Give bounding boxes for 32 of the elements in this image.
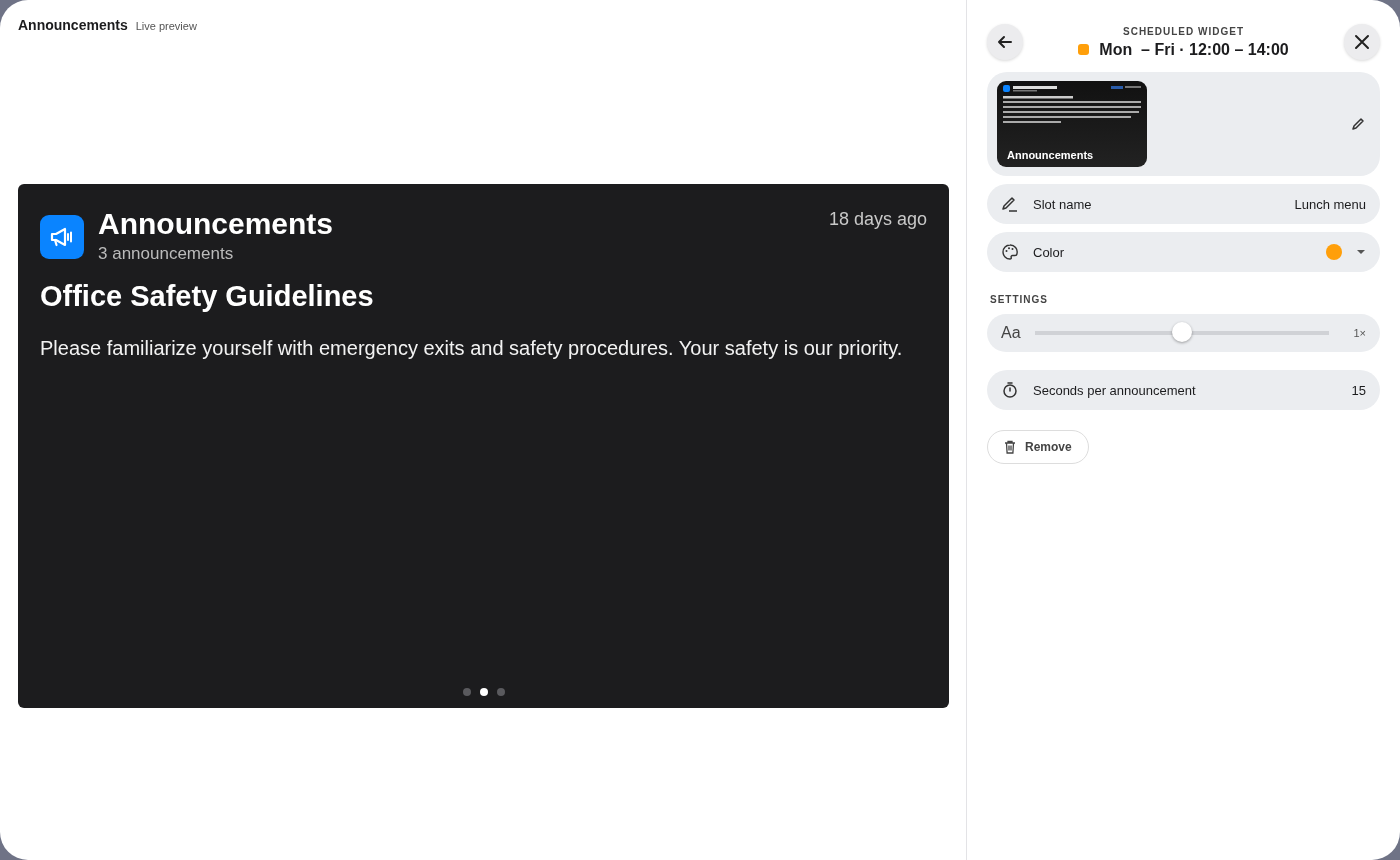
- thumbnail-label: Announcements: [1006, 149, 1095, 161]
- text-size-reading: 1×: [1353, 327, 1366, 339]
- pencil-icon: [1350, 116, 1366, 132]
- close-icon: [1353, 33, 1371, 51]
- card-title: Announcements: [98, 206, 335, 242]
- palette-icon: [1001, 243, 1019, 261]
- announcement-headline: Office Safety Guidelines: [40, 280, 375, 313]
- seconds-field[interactable]: Seconds per announcement 15: [987, 370, 1380, 410]
- remove-button[interactable]: Remove: [987, 430, 1089, 464]
- back-button[interactable]: [987, 24, 1023, 60]
- page-dot[interactable]: [479, 688, 488, 696]
- announcement-count: 3 announcements: [98, 244, 235, 264]
- page-dot[interactable]: [496, 688, 505, 696]
- timestamp: 18 days ago: [828, 209, 927, 230]
- megaphone-icon: [40, 215, 84, 259]
- pen-icon: [1001, 195, 1019, 213]
- color-picker[interactable]: Color: [987, 232, 1380, 272]
- close-button[interactable]: [1344, 24, 1380, 60]
- trash-icon: [1004, 440, 1016, 454]
- preview-title: Announcements: [18, 17, 128, 33]
- preview-subtitle: Live preview: [135, 20, 197, 32]
- schedule-text: Mon – Fri · 12:00 – 14:00: [1099, 40, 1289, 59]
- widget-thumbnail[interactable]: Announcements: [997, 81, 1147, 167]
- panel-eyebrow: SCHEDULED WIDGET: [1122, 25, 1245, 37]
- slider-thumb[interactable]: [1172, 322, 1192, 342]
- announcement-body: Please familiarize yourself with emergency exits and safety procedures. Your safety is our priority.: [40, 336, 904, 361]
- section-label: SETTINGS: [990, 294, 1049, 305]
- timer-icon: [1001, 381, 1019, 399]
- page-dot[interactable]: [462, 688, 471, 696]
- caret-icon: [1356, 249, 1366, 255]
- slot-name-field[interactable]: Slot name Lunch menu: [987, 184, 1380, 224]
- text-size-label: Aa: [1001, 324, 1021, 342]
